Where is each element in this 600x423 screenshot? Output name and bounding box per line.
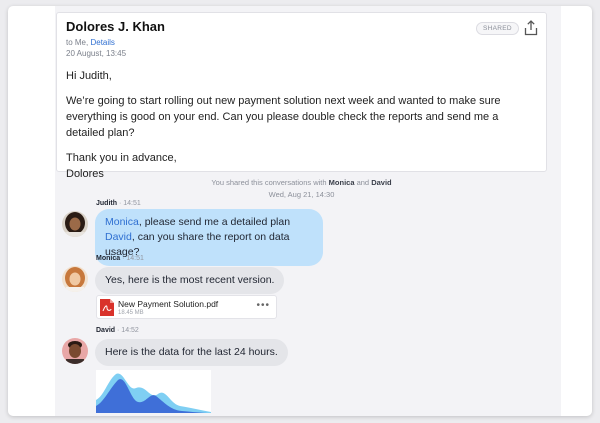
details-link[interactable]: Details [90, 38, 114, 47]
message-text-2: , can you share the report on data usage… [105, 231, 290, 258]
pdf-file-icon [100, 299, 114, 316]
email-paragraph: We’re going to start rolling out new pay… [66, 95, 501, 139]
message-bubble-david: Here is the data for the last 24 hours. [95, 339, 288, 366]
email-message: Dolores J. Khan to Me, Details 20 August… [56, 12, 547, 180]
sender-name: Dolores J. Khan [66, 19, 165, 34]
message-meta-judith: Judith · 14:51 [96, 200, 141, 207]
mention-david[interactable]: David [105, 231, 132, 243]
mention-monica[interactable]: Monica [105, 216, 139, 228]
file-name: New Payment Solution.pdf [118, 299, 219, 309]
recipients-text: to Me, [66, 38, 89, 47]
email-body: Hi Judith, We’re going to start rolling … [66, 68, 536, 182]
more-options-icon[interactable]: ••• [256, 300, 270, 311]
shared-notice: You shared this conversations with Monic… [56, 178, 547, 187]
usage-chart-preview[interactable] [96, 370, 211, 413]
notice-and: and [356, 178, 370, 187]
message-text-1: , please send me a detailed plan [138, 216, 291, 228]
notice-name-monica: Monica [328, 178, 355, 187]
message-time: 14:52 [121, 327, 139, 334]
avatar-monica[interactable] [62, 266, 88, 292]
author-name: Monica [96, 255, 121, 262]
message-time: 14:51 [126, 255, 144, 262]
avatar-david-image [62, 338, 88, 364]
message-bubble-monica: Yes, here is the most recent version. [95, 267, 285, 294]
avatar-judith[interactable] [62, 211, 88, 237]
recipients-line: to Me, Details [66, 38, 115, 47]
avatar-judith-image [62, 211, 88, 237]
shared-badge: SHARED [476, 22, 519, 35]
notice-prefix: You shared this conversations with [211, 178, 327, 187]
closing-line: Thank you in advance, [66, 152, 177, 164]
author-name: David [96, 327, 116, 334]
email-date: 20 August, 13:45 [66, 49, 127, 58]
author-name: Judith [96, 200, 117, 207]
message-meta-monica: Monica · 14:51 [96, 255, 144, 262]
message-time: 14:51 [123, 200, 141, 207]
notice-name-david: David [371, 178, 392, 187]
usage-area-chart [96, 373, 211, 413]
avatar-monica-image [62, 266, 88, 292]
share-upload-icon[interactable] [524, 20, 538, 36]
file-attachment[interactable]: New Payment Solution.pdf 18.45 MB ••• [96, 295, 277, 319]
avatar-david[interactable] [62, 338, 88, 364]
file-size: 18.45 MB [118, 310, 144, 316]
message-meta-david: David · 14:52 [96, 327, 139, 334]
notice-date: Wed, Aug 21, 14:30 [268, 190, 335, 199]
email-greeting: Hi Judith, [66, 70, 112, 82]
